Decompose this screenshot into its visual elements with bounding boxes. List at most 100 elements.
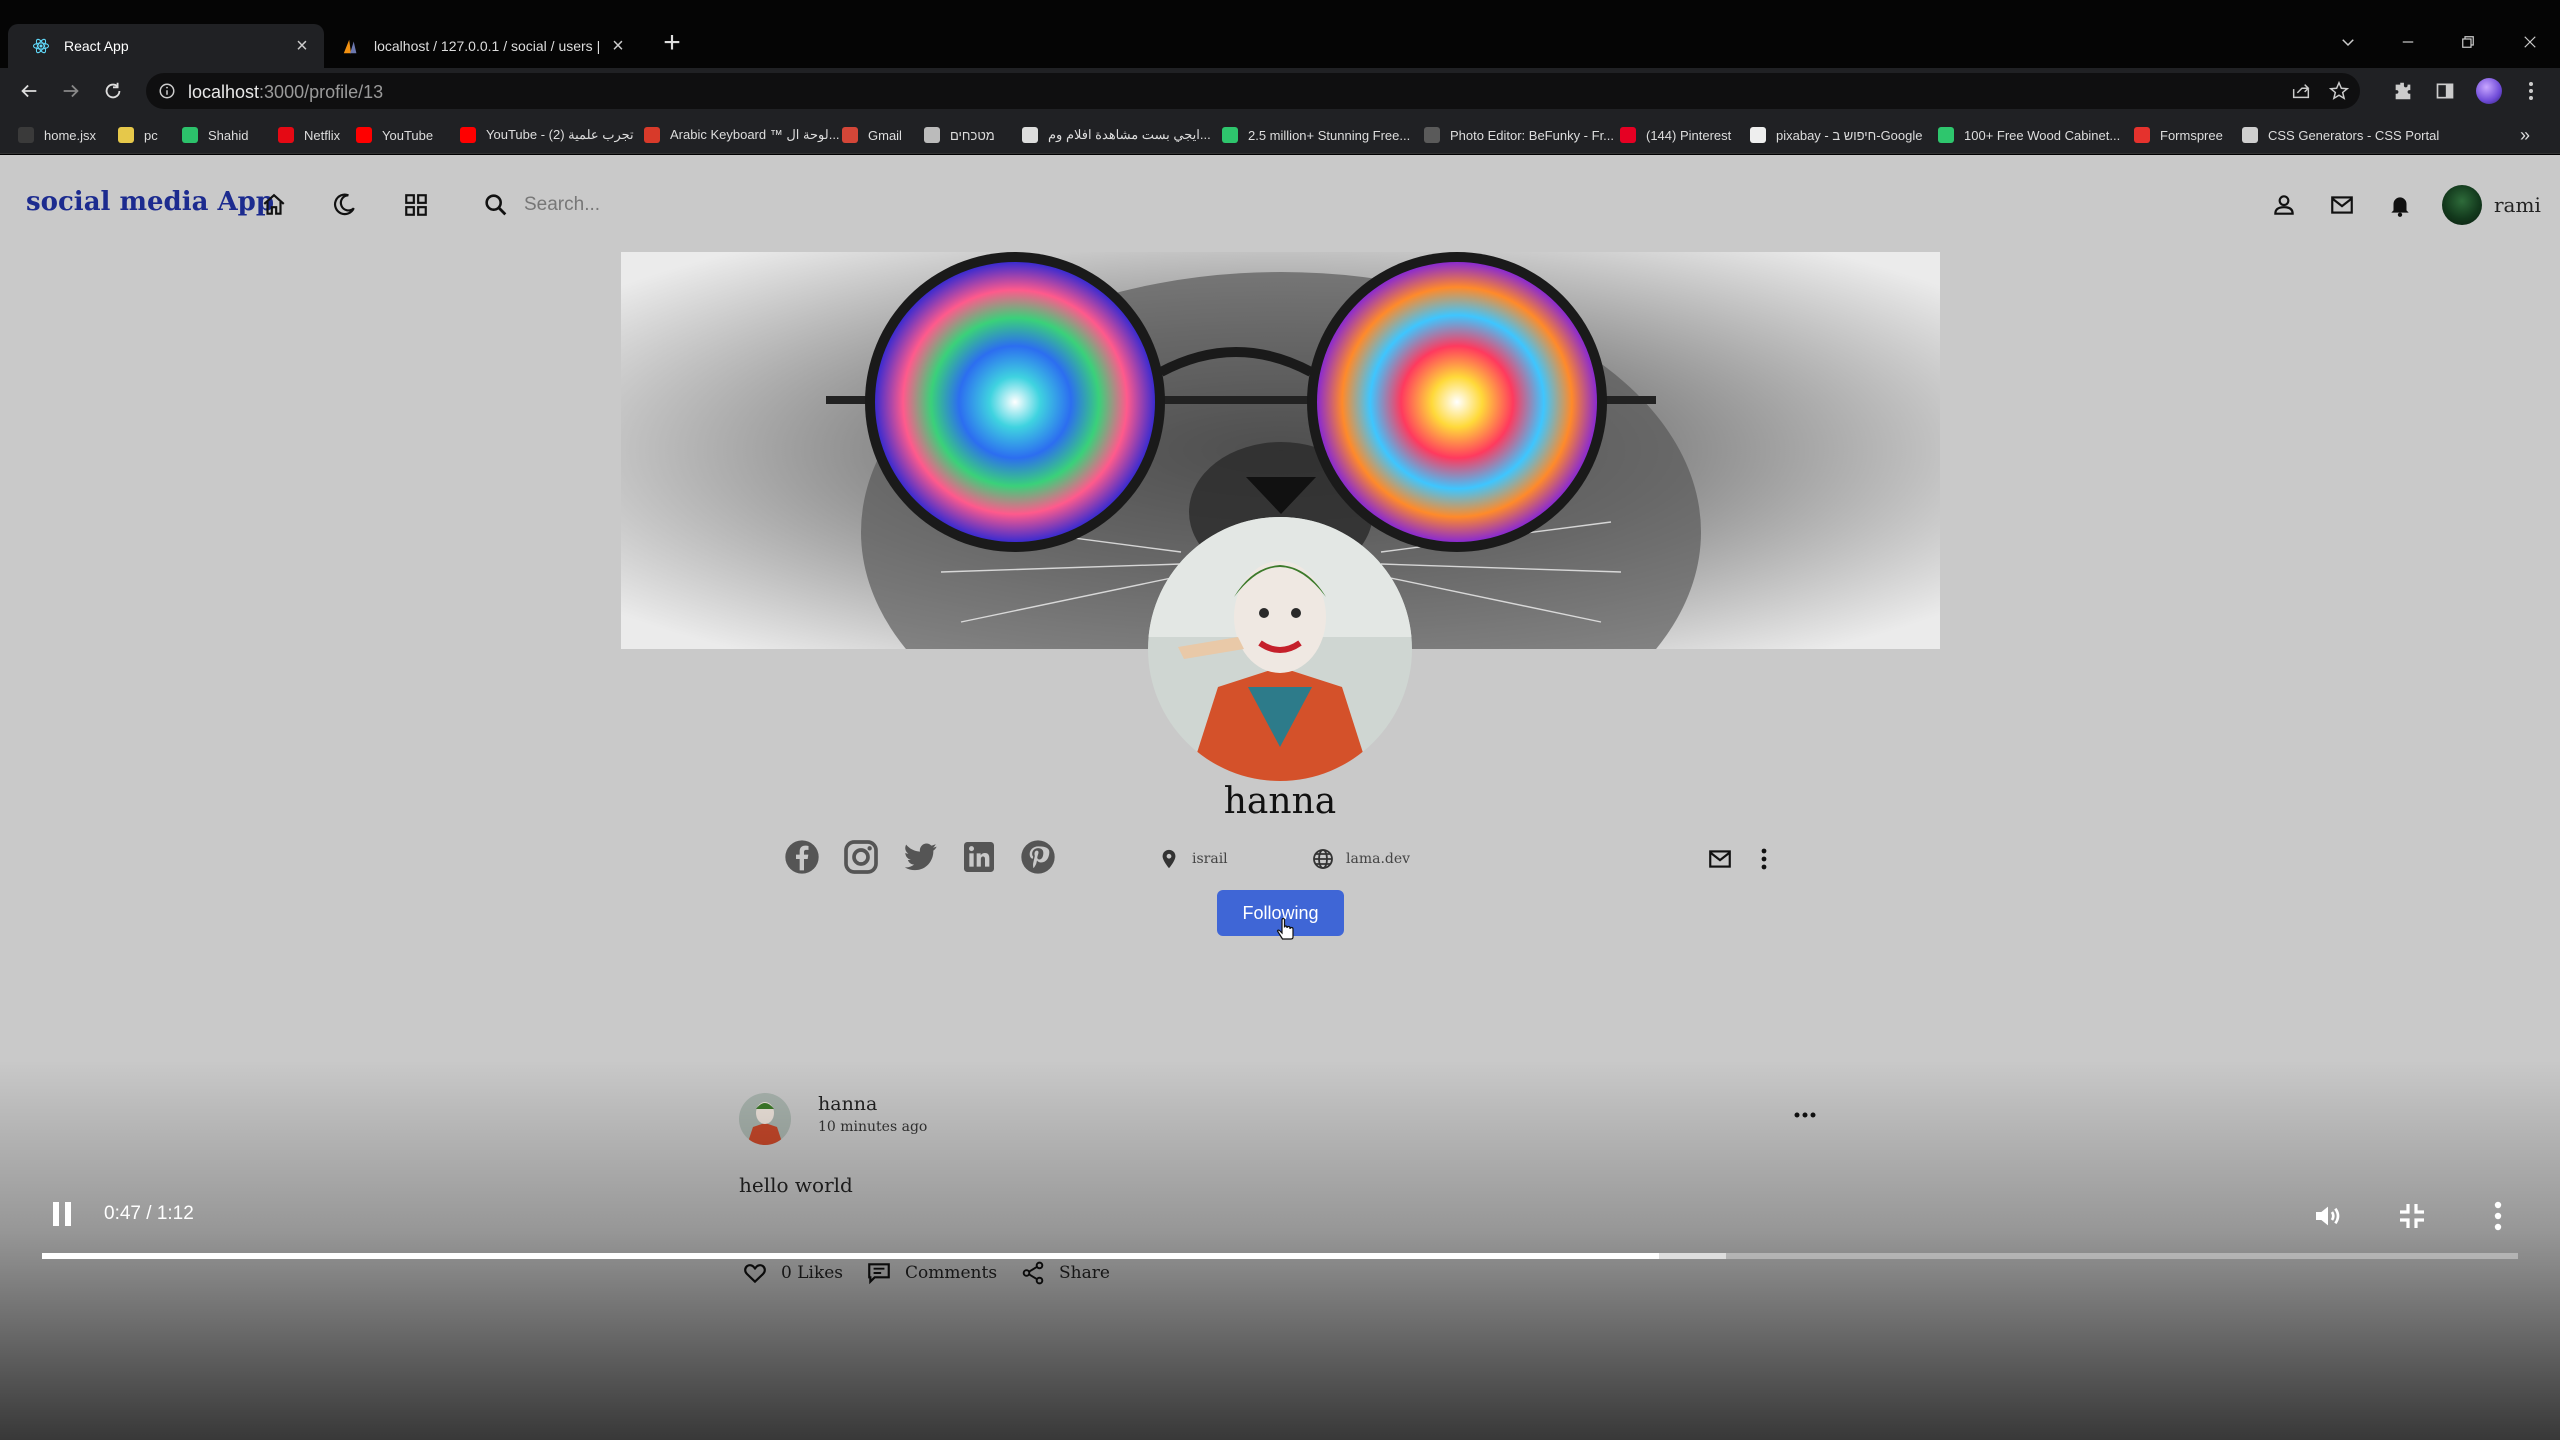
bookmark-favicon-icon <box>278 127 294 143</box>
phpmyadmin-icon <box>342 37 360 55</box>
pinterest-icon[interactable] <box>1016 835 1060 879</box>
close-tab-icon[interactable]: × <box>288 32 316 60</box>
bookmark-label: YouTube - تجرب علمية (2) <box>486 127 634 142</box>
mail-icon[interactable] <box>2326 189 2358 221</box>
exit-fullscreen-icon[interactable] <box>2392 1196 2432 1236</box>
address-bar[interactable]: localhost:3000/profile/13 <box>146 73 2360 109</box>
profile-icon[interactable] <box>2268 189 2300 221</box>
app-navbar: social media App rami <box>0 155 2560 255</box>
comments-label: Comments <box>905 1263 998 1283</box>
instagram-icon[interactable] <box>839 835 883 879</box>
website-text[interactable]: lama.dev <box>1346 851 1410 867</box>
volume-icon[interactable] <box>2308 1196 2348 1236</box>
close-tab-icon[interactable]: × <box>604 32 632 60</box>
bookmark-item[interactable]: 2.5 million+ Stunning Free... <box>1222 124 1410 146</box>
search-icon <box>482 191 510 224</box>
video-progress-bar[interactable] <box>42 1253 2518 1259</box>
home-icon[interactable] <box>258 189 290 221</box>
bookmark-item[interactable]: Shahid <box>182 124 248 146</box>
bookmark-label: pc <box>144 127 158 143</box>
forward-icon[interactable] <box>56 76 86 106</box>
bookmark-label: Shahid <box>208 127 249 143</box>
globe-icon <box>1310 846 1336 872</box>
bookmark-item[interactable]: CSS Generators - CSS Portal <box>2242 124 2439 146</box>
bookmark-favicon-icon <box>1022 127 1038 143</box>
username-label: rami <box>2494 193 2541 217</box>
bookmark-item[interactable]: 100+ Free Wood Cabinet... <box>1938 124 2120 146</box>
profile-avatar-icon[interactable] <box>2474 76 2504 106</box>
bookmark-item[interactable]: pixabay - חיפוש ב-Google <box>1750 124 1922 146</box>
like-button[interactable]: 0 Likes <box>739 1257 843 1289</box>
apps-grid-icon[interactable] <box>400 189 432 221</box>
search-input[interactable] <box>524 191 1164 219</box>
new-tab-button[interactable]: + <box>656 28 688 60</box>
bookmarks-bar: » home.jsx pc Shahid Netflix YouTube YouTube … <box>0 114 2560 154</box>
bookmark-favicon-icon <box>1620 127 1636 143</box>
app-logo[interactable]: social media App <box>26 187 274 217</box>
post-time: 10 minutes ago <box>818 1119 928 1135</box>
tab-phpmyadmin[interactable]: localhost / 127.0.0.1 / social / users |… <box>330 24 640 68</box>
bookmark-item[interactable]: (144) Pinterest <box>1620 124 1731 146</box>
react-icon <box>32 37 50 55</box>
browser-menu-icon[interactable] <box>2516 76 2546 106</box>
back-icon[interactable] <box>14 76 44 106</box>
bookmark-favicon-icon <box>1938 127 1954 143</box>
side-panel-icon[interactable] <box>2430 76 2460 106</box>
bookmark-item[interactable]: Gmail <box>842 124 902 146</box>
bookmark-favicon-icon <box>1424 127 1440 143</box>
browser-toolbar: localhost:3000/profile/13 <box>0 68 2560 114</box>
bookmark-item[interactable]: YouTube - تجرب علمية (2) <box>460 124 634 146</box>
bookmark-label: Gmail <box>868 127 902 143</box>
bookmark-item[interactable]: Netflix <box>278 124 340 146</box>
video-menu-icon[interactable] <box>2478 1196 2518 1236</box>
share-label: Share <box>1059 1263 1110 1283</box>
linkedin-icon[interactable] <box>957 835 1001 879</box>
bookmark-item[interactable]: Formspree <box>2134 124 2223 146</box>
bookmark-item[interactable]: ايجي بست مشاهدة افلام وم... <box>1022 124 1211 146</box>
tab-search-icon[interactable] <box>2328 22 2368 62</box>
close-window-icon[interactable] <box>2510 22 2550 62</box>
extensions-icon[interactable] <box>2388 76 2418 106</box>
reload-icon[interactable] <box>98 76 128 106</box>
bookmark-star-icon[interactable] <box>2328 80 2350 107</box>
pause-icon[interactable] <box>44 1196 80 1232</box>
twitter-icon[interactable] <box>898 835 942 879</box>
bookmark-item[interactable]: Photo Editor: BeFunky - Fr... <box>1424 124 1614 146</box>
likes-label: 0 Likes <box>781 1263 844 1283</box>
share-button[interactable]: Share <box>1017 1257 1110 1289</box>
bookmark-favicon-icon <box>460 127 476 143</box>
minimize-icon[interactable] <box>2388 22 2428 62</box>
mouse-cursor-icon <box>1276 917 1298 949</box>
bookmark-item[interactable]: Arabic Keyboard ™ لوحة ال... <box>644 124 840 146</box>
post-author-name[interactable]: hanna <box>818 1093 877 1115</box>
more-bookmarks-icon[interactable]: » <box>2520 124 2530 146</box>
url-path: :3000/profile/13 <box>259 82 384 102</box>
search-box <box>476 185 1196 225</box>
info-icon[interactable] <box>158 82 176 105</box>
bookmark-item[interactable]: YouTube <box>356 124 433 146</box>
bookmark-label: 100+ Free Wood Cabinet... <box>1964 127 2121 143</box>
dark-mode-icon[interactable] <box>328 189 360 221</box>
message-icon[interactable] <box>1704 843 1736 875</box>
post-menu-icon[interactable] <box>1791 1101 1819 1129</box>
tab-title: React App <box>64 38 129 54</box>
comments-button[interactable]: Comments <box>863 1257 997 1289</box>
post-author-avatar[interactable] <box>739 1093 791 1145</box>
share-page-icon[interactable] <box>2290 80 2312 107</box>
url-text: localhost:3000/profile/13 <box>188 82 383 103</box>
bookmark-label: Formspree <box>2160 127 2223 143</box>
bookmark-item[interactable]: מטכחים <box>924 124 995 146</box>
bookmark-label: home.jsx <box>44 127 97 143</box>
page-viewport: social media App rami <box>0 155 2560 1440</box>
bookmark-item[interactable]: home.jsx <box>18 124 96 146</box>
bookmark-item[interactable]: pc <box>118 124 158 146</box>
tab-react-app[interactable]: React App × <box>8 24 324 68</box>
more-options-icon[interactable] <box>1752 843 1776 875</box>
bookmark-label: YouTube <box>382 127 434 143</box>
restore-icon[interactable] <box>2448 22 2488 62</box>
notifications-icon[interactable] <box>2384 189 2416 221</box>
bookmark-favicon-icon <box>644 127 660 143</box>
facebook-icon[interactable] <box>780 835 824 879</box>
user-avatar[interactable] <box>2442 185 2482 225</box>
heart-icon <box>739 1257 771 1289</box>
